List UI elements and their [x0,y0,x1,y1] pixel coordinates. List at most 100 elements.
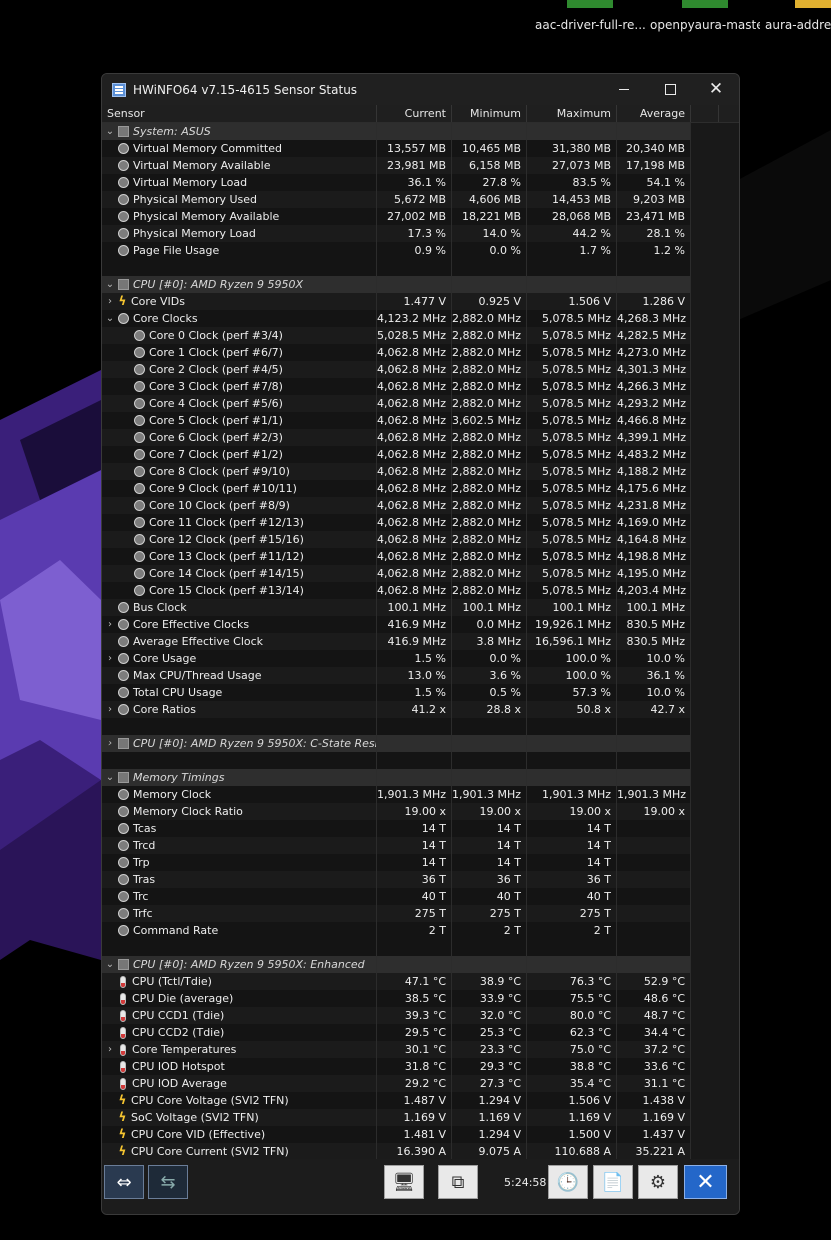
chevron-right-icon[interactable]: › [102,701,118,718]
desktop-icon-openpyaura[interactable]: openpyaura-maste... [650,0,760,32]
sensor-row[interactable]: Core 14 Clock (perf #14/15) 4,062.8 MHz 2,… [102,565,691,582]
sensor-row[interactable]: Physical Memory Available 27,002 MB 18,221… [102,208,691,225]
minimum-value: 2,882.0 MHz [452,497,527,514]
arrows-collapse-icon: ⇆ [160,1171,176,1193]
sensor-row[interactable]: Core 2 Clock (perf #4/5) 4,062.8 MHz 2,882… [102,361,691,378]
sensor-row[interactable]: Core 9 Clock (perf #10/11) 4,062.8 MHz 2,8… [102,480,691,497]
sensor-row[interactable]: Core 11 Clock (perf #12/13) 4,062.8 MHz 2,… [102,514,691,531]
sensor-group-row[interactable]: ⌄ CPU [#0]: AMD Ryzen 9 5950X: Enhanced [102,956,691,973]
expand-columns-button[interactable]: ⇔ [104,1165,144,1199]
chevron-right-icon[interactable]: › [102,616,118,633]
chevron-right-icon[interactable]: › [102,650,118,667]
column-header-sensor[interactable]: Sensor [102,105,377,122]
sensor-row[interactable]: ϟ CPU Core VID (Effective) 1.481 V 1.294 V1… [102,1126,691,1143]
chevron-down-icon[interactable]: ⌄ [102,123,118,140]
close-sensors-button[interactable]: ✕ [684,1165,727,1199]
sensor-row[interactable]: › Core Temperatures 30.1 °C 23.3 °C 75.0 °C 3… [102,1041,691,1058]
chevron-down-icon[interactable]: ⌄ [102,956,118,973]
desktop-icon-aac-driver[interactable]: aac-driver-full-re... [535,0,645,32]
sensor-row[interactable]: Core 8 Clock (perf #9/10) 4,062.8 MHz 2,88… [102,463,691,480]
sensor-row[interactable]: Trp 14 T 14 T 14 T [102,854,691,871]
current-value [377,735,452,752]
sensor-row[interactable]: Core 4 Clock (perf #5/6) 4,062.8 MHz 2,882… [102,395,691,412]
sensor-row[interactable]: CPU IOD Hotspot 31.8 °C 29.3 °C 38.8 °C 33.6… [102,1058,691,1075]
desktop-icon-aura-address[interactable]: aura-addres [765,0,831,32]
sensor-row[interactable]: Physical Memory Used 5,672 MB 4,606 MB 14,4… [102,191,691,208]
column-header-current[interactable]: Current [377,105,452,122]
sensor-group-row[interactable]: ⌄ Memory Timings [102,769,691,786]
sensor-row[interactable]: Virtual Memory Load 36.1 % 27.8 % 83.5 % 54.… [102,174,691,191]
sensor-row[interactable]: › Core Effective Clocks 416.9 MHz 0.0 MHz 19… [102,616,691,633]
column-header-average[interactable]: Average [617,105,691,122]
clock-icon [118,857,129,868]
sensor-row[interactable]: Core 6 Clock (perf #2/3) 4,062.8 MHz 2,882… [102,429,691,446]
sensor-row[interactable]: Tcas 14 T 14 T 14 T [102,820,691,837]
sensor-group-row[interactable]: ⌄ CPU [#0]: AMD Ryzen 9 5950X [102,276,691,293]
minimize-button[interactable] [601,74,647,105]
sensor-row[interactable]: Memory Clock 1,901.3 MHz 1,901.3 MHz 1,901.… [102,786,691,803]
logging-button[interactable]: 📄 [593,1165,633,1199]
sensor-row[interactable]: CPU Die (average) 38.5 °C 33.9 °C 75.5 °C 48… [102,990,691,1007]
chevron-right-icon[interactable]: › [102,1041,118,1058]
sensor-row[interactable]: CPU IOD Average 29.2 °C 27.3 °C 35.4 °C 31.1… [102,1075,691,1092]
sensor-row[interactable]: Core 10 Clock (perf #8/9) 4,062.8 MHz 2,88… [102,497,691,514]
sensor-row[interactable]: ϟ CPU Core Voltage (SVI2 TFN) 1.487 V 1.294… [102,1092,691,1109]
close-button[interactable]: ✕ [693,74,739,105]
clock-icon [134,483,145,494]
title-bar[interactable]: HWiNFO64 v7.15-4615 Sensor Status ✕ [102,74,739,105]
collapse-columns-button[interactable]: ⇆ [148,1165,188,1199]
sensor-row[interactable]: Core 7 Clock (perf #1/2) 4,062.8 MHz 2,882… [102,446,691,463]
sensor-row[interactable]: Core 0 Clock (perf #3/4) 5,028.5 MHz 2,882… [102,327,691,344]
sensor-group-row[interactable]: › CPU [#0]: AMD Ryzen 9 5950X: C-State Re… [102,735,691,752]
settings-button[interactable]: ⚙ [638,1165,678,1199]
column-header-maximum[interactable]: Maximum [527,105,617,122]
reset-clock-button[interactable]: 🕒 [548,1165,588,1199]
clock-icon [118,687,129,698]
sensor-row[interactable]: › Core Ratios 41.2 x 28.8 x 50.8 x 42.7 x [102,701,691,718]
sensor-row[interactable]: Tras 36 T 36 T 36 T [102,871,691,888]
maximize-button[interactable] [647,74,693,105]
sensor-row[interactable]: Physical Memory Load 17.3 % 14.0 % 44.2 % 28… [102,225,691,242]
minimum-value: 1.169 V [452,1109,527,1126]
chevron-down-icon[interactable]: ⌄ [102,769,118,786]
sensor-row[interactable]: Virtual Memory Available 23,981 MB 6,158 M… [102,157,691,174]
sensor-row[interactable]: Core 15 Clock (perf #13/14) 4,062.8 MHz 2,… [102,582,691,599]
sensor-row[interactable]: Trc 40 T 40 T 40 T [102,888,691,905]
sensor-row[interactable]: Page File Usage 0.9 % 0.0 % 1.7 % 1.2 % [102,242,691,259]
sensor-group-row[interactable]: ⌄ System: ASUS [102,123,691,140]
remote-connection-button[interactable]: ⧉ [438,1165,478,1199]
sensor-row[interactable]: Average Effective Clock 416.9 MHz 3.8 MHz 1… [102,633,691,650]
sensor-row[interactable]: Core 13 Clock (perf #11/12) 4,062.8 MHz 2,… [102,548,691,565]
average-value: 4,188.2 MHz [617,463,691,480]
sensor-row[interactable]: › ϟ Core VIDs 1.477 V 0.925 V 1.506 V 1.286 V [102,293,691,310]
sensor-row[interactable]: Trcd 14 T 14 T 14 T [102,837,691,854]
sensor-row[interactable]: Total CPU Usage 1.5 % 0.5 % 57.3 % 10.0 % [102,684,691,701]
sensor-row[interactable]: Core 12 Clock (perf #15/16) 4,062.8 MHz 2,… [102,531,691,548]
sensor-row[interactable]: ⌄ Core Clocks 4,123.2 MHz 2,882.0 MHz 5,078.… [102,310,691,327]
sensor-row[interactable]: CPU CCD1 (Tdie) 39.3 °C 32.0 °C 80.0 °C 48.7… [102,1007,691,1024]
chevron-down-icon[interactable]: ⌄ [102,310,118,327]
chevron-right-icon[interactable]: › [102,293,118,310]
network-sensor-button[interactable]: 🖥 [384,1165,424,1199]
sensor-row[interactable]: › Core Usage 1.5 % 0.0 % 100.0 % 10.0 % [102,650,691,667]
sensor-row[interactable]: ϟ SoC Voltage (SVI2 TFN) 1.169 V 1.169 V 1.1… [102,1109,691,1126]
sensor-row[interactable]: Max CPU/Thread Usage 13.0 % 3.6 % 100.0 % 36… [102,667,691,684]
sensor-table[interactable]: Sensor Current Minimum Maximum Average ⌄… [102,105,739,1159]
sensor-row[interactable]: Core 5 Clock (perf #1/1) 4,062.8 MHz 3,602… [102,412,691,429]
sensor-row[interactable]: Virtual Memory Committed 13,557 MB 10,465 … [102,140,691,157]
column-header-minimum[interactable]: Minimum [452,105,527,122]
sensor-row[interactable]: Trfc 275 T 275 T 275 T [102,905,691,922]
chevron-down-icon[interactable]: ⌄ [102,276,118,293]
sensor-row[interactable]: CPU CCD2 (Tdie) 29.5 °C 25.3 °C 62.3 °C 34.4… [102,1024,691,1041]
log-file-add-icon: 📄 [601,1171,625,1193]
sensor-row[interactable]: Bus Clock 100.1 MHz 100.1 MHz 100.1 MHz 100.… [102,599,691,616]
sensor-row[interactable]: Core 3 Clock (perf #7/8) 4,062.8 MHz 2,882… [102,378,691,395]
current-value: 13,557 MB [377,140,452,157]
sensor-row[interactable]: Command Rate 2 T2 T2 T [102,922,691,939]
sensor-row[interactable]: CPU (Tctl/Tdie) 47.1 °C 38.9 °C 76.3 °C 52.9… [102,973,691,990]
sensor-row[interactable]: Core 1 Clock (perf #6/7) 4,062.8 MHz 2,882… [102,344,691,361]
maximum-value: 14 T [527,854,617,871]
chevron-right-icon[interactable]: › [102,735,118,752]
sensor-row[interactable]: ϟ CPU Core Current (SVI2 TFN) 16.390 A 9.07… [102,1143,691,1159]
sensor-row[interactable]: Memory Clock Ratio 19.00 x 19.00 x 19.00 x1… [102,803,691,820]
